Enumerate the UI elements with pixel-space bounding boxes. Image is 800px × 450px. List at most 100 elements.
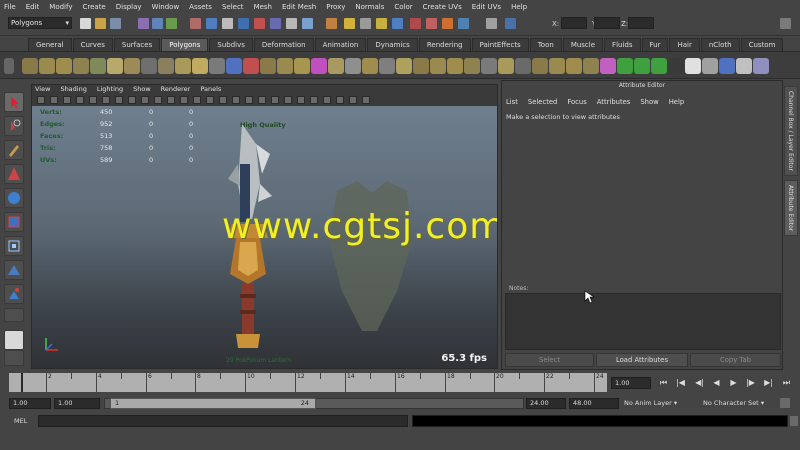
menu-color[interactable]: Color	[394, 3, 412, 11]
ipr-render-icon[interactable]	[442, 18, 453, 29]
shelf-delete-edge-icon[interactable]	[515, 58, 531, 74]
field-chart-icon[interactable]	[167, 96, 175, 104]
attr-menu-selected[interactable]: Selected	[528, 98, 557, 106]
save-scene-icon[interactable]	[110, 18, 121, 29]
select-hierarchy-icon[interactable]	[138, 18, 149, 29]
shelf-reduce-icon[interactable]	[549, 58, 565, 74]
shelf-cone-icon[interactable]	[73, 58, 89, 74]
current-frame-field[interactable]: 1.00	[611, 377, 651, 389]
snap-curve-icon[interactable]	[344, 18, 355, 29]
last-tool-icon[interactable]	[4, 308, 24, 322]
shelf-pyramid-icon[interactable]	[141, 58, 157, 74]
shelf-extract-icon[interactable]	[277, 58, 293, 74]
select-camera-icon[interactable]	[37, 96, 45, 104]
tab-fur[interactable]: Fur	[641, 38, 669, 51]
menu-create-uvs[interactable]: Create UVs	[423, 3, 462, 11]
time-slider[interactable]: 2 4 6 8 10 12 14 16 18 20 22 24	[9, 373, 607, 392]
y-field[interactable]	[594, 17, 620, 29]
attr-menu-help[interactable]: Help	[669, 98, 685, 106]
play-forwards-icon[interactable]: ▶	[728, 377, 739, 389]
menu-normals[interactable]: Normals	[355, 3, 384, 11]
panel-menu-panels[interactable]: Panels	[200, 85, 221, 93]
perspective-viewport[interactable]: Verts: 450 0 0 Edges: 952 0 0 Faces: 513 0 0 Tris: 75…	[32, 106, 497, 368]
select-by-deformer-icon[interactable]	[286, 18, 297, 29]
shelf-split-icon[interactable]	[413, 58, 429, 74]
camera-attributes-icon[interactable]	[50, 96, 58, 104]
z-field[interactable]	[628, 17, 654, 29]
film-gate-icon[interactable]	[128, 96, 136, 104]
tab-polygons[interactable]: Polygons	[161, 38, 209, 51]
panel-menu-renderer[interactable]: Renderer	[161, 85, 191, 93]
notes-field[interactable]	[505, 293, 781, 350]
menu-modify[interactable]: Modify	[49, 3, 72, 11]
range-slider-handle[interactable]: 1 24	[110, 398, 316, 409]
panel-menu-show[interactable]: Show	[133, 85, 151, 93]
step-forward-frame-icon[interactable]: |▶	[745, 377, 756, 389]
panel-menu-lighting[interactable]: Lighting	[97, 85, 123, 93]
select-object-icon[interactable]	[152, 18, 163, 29]
anim-layer-dropdown[interactable]: No Anim Layer ▾	[624, 398, 700, 409]
motion-blur-icon[interactable]	[297, 96, 305, 104]
textured-icon[interactable]	[245, 96, 253, 104]
shadows-icon[interactable]	[271, 96, 279, 104]
single-perspective-layout-icon[interactable]	[4, 330, 24, 350]
auto-key-icon[interactable]	[780, 398, 790, 408]
transform-mode-icon[interactable]	[505, 18, 516, 29]
menu-proxy[interactable]: Proxy	[326, 3, 345, 11]
shelf-trash-icon[interactable]	[753, 58, 769, 74]
select-button[interactable]: Select	[505, 353, 594, 367]
tab-custom[interactable]: Custom	[740, 38, 784, 51]
select-by-curve-icon[interactable]	[254, 18, 265, 29]
pick-mask-icon[interactable]	[190, 18, 201, 29]
shelf-helix-icon[interactable]	[175, 58, 191, 74]
anti-aliasing-icon[interactable]	[310, 96, 318, 104]
menu-help[interactable]: Help	[511, 3, 527, 11]
menu-mesh[interactable]: Mesh	[254, 3, 272, 11]
smooth-shade-icon[interactable]	[219, 96, 227, 104]
paint-select-tool-icon[interactable]	[4, 140, 24, 160]
load-attributes-button[interactable]: Load Attributes	[596, 353, 688, 367]
use-lights-icon[interactable]	[258, 96, 266, 104]
shelf-smooth-icon[interactable]	[294, 58, 310, 74]
shelf-collapse-icon[interactable]	[498, 58, 514, 74]
soft-mod-tool-icon[interactable]	[4, 260, 24, 280]
select-by-pivot-icon[interactable]	[222, 18, 233, 29]
attr-menu-focus[interactable]: Focus	[567, 98, 586, 106]
select-tool-icon[interactable]	[4, 92, 24, 112]
shelf-transfer-icon[interactable]	[719, 58, 735, 74]
shelf-average-icon[interactable]	[328, 58, 344, 74]
tab-ncloth[interactable]: nCloth	[700, 38, 740, 51]
render-settings-icon[interactable]	[458, 18, 469, 29]
safe-title-icon[interactable]	[193, 96, 201, 104]
make-live-icon[interactable]	[392, 18, 403, 29]
step-back-key-icon[interactable]: |◀	[675, 377, 686, 389]
shelf-merge-icon[interactable]	[481, 58, 497, 74]
character-set-dropdown[interactable]: No Character Set ▾	[703, 398, 777, 409]
play-backwards-icon[interactable]: ◀	[711, 377, 722, 389]
2d-pan-icon[interactable]	[89, 96, 97, 104]
tab-fluids[interactable]: Fluids	[604, 38, 641, 51]
shelf-platonic-icon[interactable]	[209, 58, 225, 74]
image-plane-icon[interactable]	[76, 96, 84, 104]
show-manipulator-icon[interactable]	[4, 284, 24, 304]
select-component-icon[interactable]	[166, 18, 177, 29]
step-forward-key-icon[interactable]: ▶|	[763, 377, 774, 389]
xray-icon[interactable]	[336, 96, 344, 104]
lasso-tool-icon[interactable]	[4, 116, 24, 136]
shelf-bridge-icon[interactable]	[379, 58, 395, 74]
shelf-uv-editor-icon[interactable]	[702, 58, 718, 74]
select-by-surface-icon[interactable]	[270, 18, 281, 29]
manipulator-tool-icon[interactable]	[4, 236, 24, 256]
tab-deformation[interactable]: Deformation	[253, 38, 314, 51]
panel-menu-shading[interactable]: Shading	[60, 85, 86, 93]
menu-display[interactable]: Display	[116, 3, 142, 11]
render-frame-icon[interactable]	[426, 18, 437, 29]
menu-window[interactable]: Window	[152, 3, 180, 11]
shelf-soccer-ball-icon[interactable]	[192, 58, 208, 74]
menu-edit[interactable]: Edit	[26, 3, 40, 11]
menu-set-selector[interactable]: Polygons ▾	[8, 17, 72, 29]
shelf-cube-icon[interactable]	[39, 58, 55, 74]
xray-components-icon[interactable]	[362, 96, 370, 104]
input-line-icon[interactable]	[486, 18, 497, 29]
safe-action-icon[interactable]	[180, 96, 188, 104]
